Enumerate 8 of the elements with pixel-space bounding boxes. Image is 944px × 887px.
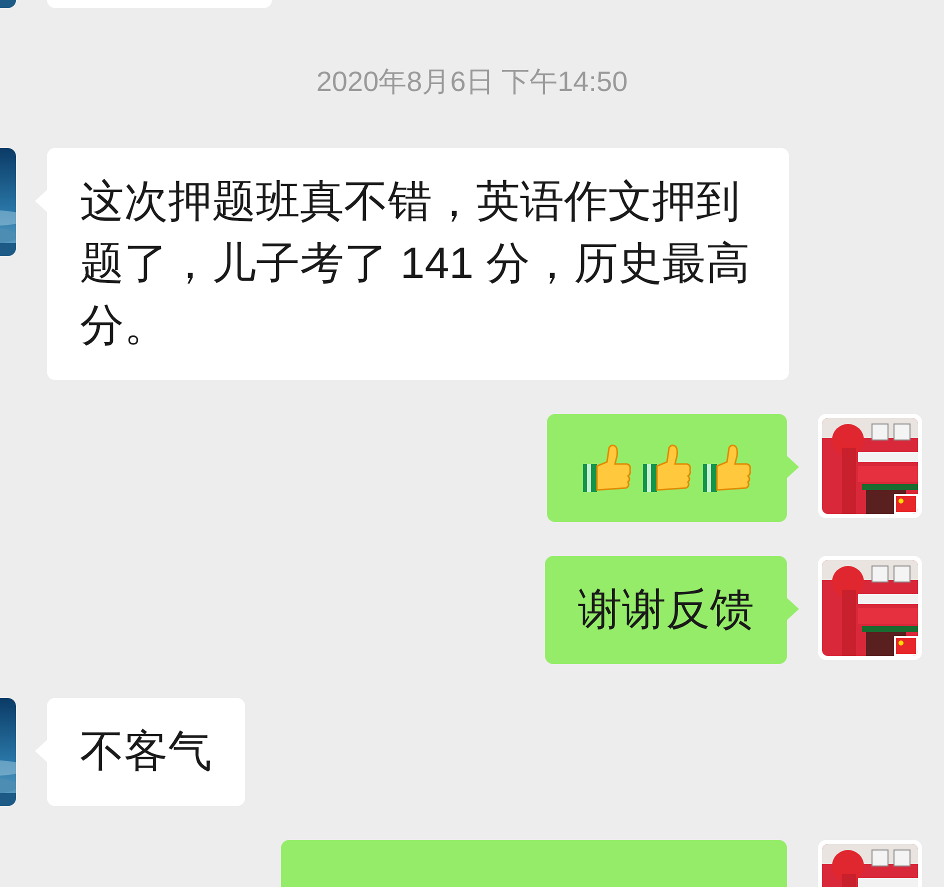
thumbs-up-icon	[581, 442, 633, 494]
message-bubble: 不客气	[47, 698, 245, 806]
message-bubble: 谢谢反馈	[545, 556, 787, 664]
bubble-tail	[787, 598, 799, 620]
thumbs-up-icon	[641, 442, 693, 494]
message-bubble: 这次押题班真不错，英语作文押到题了，儿子考了 141 分，历史最高分。	[47, 148, 789, 380]
timestamp: 2020年8月6日 下午14:50	[316, 65, 628, 99]
thumbs-up-icon	[701, 442, 753, 494]
